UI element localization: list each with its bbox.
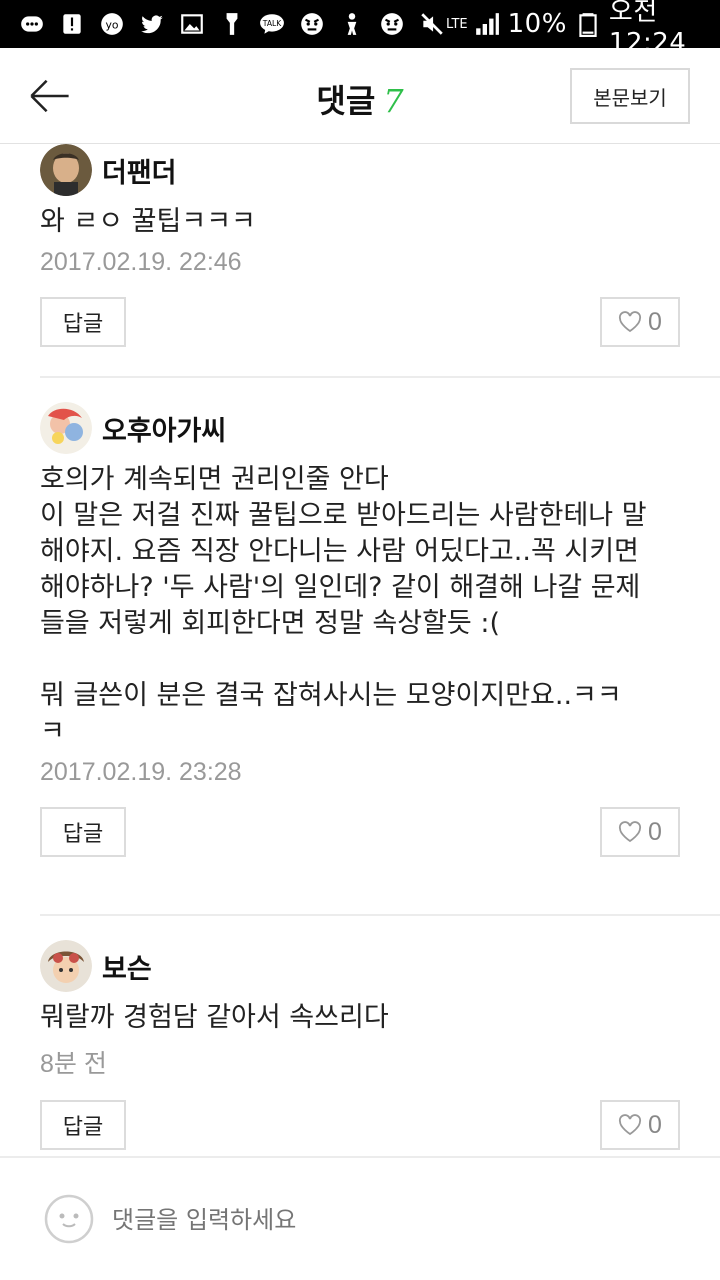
comment-actions: 답글 0 bbox=[40, 1100, 680, 1150]
reply-button[interactable]: 답글 bbox=[40, 297, 126, 347]
heart-icon bbox=[619, 821, 642, 843]
comment-count: 7 bbox=[383, 82, 404, 120]
comment-date: 2017.02.19. 22:46 bbox=[40, 248, 242, 276]
divider bbox=[40, 376, 720, 378]
chat-bubble-icon bbox=[18, 10, 46, 38]
like-count: 0 bbox=[648, 1110, 662, 1139]
comment-text: 뭐랄까 경험담 같아서 속쓰리다 bbox=[40, 1002, 389, 1033]
like-count: 0 bbox=[648, 307, 662, 336]
comment-text: 호의가 계속되면 권리인줄 안다 이 말은 저걸 진짜 꿀팁으로 받아드리는 사… bbox=[40, 464, 647, 747]
comment-text: 와 ㄹㅇ 꿀팁ㅋㅋㅋ bbox=[40, 206, 256, 237]
reply-button[interactable]: 답글 bbox=[40, 807, 126, 857]
flashlight-icon bbox=[218, 10, 246, 38]
notification-icons: yo TALK bbox=[18, 10, 446, 38]
like-button[interactable]: 0 bbox=[600, 807, 680, 857]
svg-text:yo: yo bbox=[105, 18, 118, 31]
divider bbox=[40, 914, 720, 916]
status-bar: yo TALK LTE 10% 오전 12:24 bbox=[0, 0, 720, 58]
comment-item: 오후아가씨 호의가 계속되면 권리인줄 안다 이 말은 저걸 진짜 꿀팁으로 받… bbox=[40, 402, 680, 857]
comment-input[interactable] bbox=[112, 1198, 672, 1242]
comment-actions: 답글 0 bbox=[40, 807, 680, 857]
talk-icon: TALK bbox=[258, 10, 286, 38]
comment-actions: 답글 0 bbox=[40, 297, 680, 347]
angry-face-icon bbox=[298, 10, 326, 38]
avatar[interactable] bbox=[40, 144, 92, 196]
figure-icon bbox=[338, 10, 366, 38]
user-avatar-icon bbox=[44, 1194, 94, 1244]
heart-icon bbox=[619, 311, 642, 333]
comment-list[interactable]: 더팬더 와 ㄹㅇ 꿀팁ㅋㅋㅋ 2017.02.19. 22:46 답글 0 오후… bbox=[0, 144, 720, 1156]
twitter-icon bbox=[138, 10, 166, 38]
comment-header: 오후아가씨 bbox=[40, 402, 680, 454]
avatar[interactable] bbox=[40, 402, 92, 454]
header-bar: 댓글 7 본문보기 bbox=[0, 48, 720, 144]
battery-icon bbox=[575, 10, 601, 38]
like-button[interactable]: 0 bbox=[600, 297, 680, 347]
comment-date: 8분 전 bbox=[40, 1050, 107, 1078]
mute-icon bbox=[418, 10, 446, 38]
network-type: LTE bbox=[446, 16, 468, 32]
like-count: 0 bbox=[648, 817, 662, 846]
comment-input-bar bbox=[0, 1156, 720, 1280]
battery-percent: 10% bbox=[507, 9, 567, 39]
svg-text:TALK: TALK bbox=[262, 19, 282, 28]
heart-icon bbox=[619, 1114, 642, 1136]
comment-header: 보슨 bbox=[40, 940, 680, 992]
comment-author[interactable]: 오후아가씨 bbox=[102, 409, 226, 448]
image-icon bbox=[178, 10, 206, 38]
alert-icon bbox=[58, 10, 86, 38]
signal-icon bbox=[474, 10, 500, 38]
comment-author[interactable]: 보슨 bbox=[102, 947, 152, 986]
yo-icon: yo bbox=[98, 10, 126, 38]
comment-item: 더팬더 와 ㄹㅇ 꿀팁ㅋㅋㅋ 2017.02.19. 22:46 답글 0 bbox=[40, 144, 680, 347]
comment-item: 보슨 뭐랄까 경험담 같아서 속쓰리다 8분 전 답글 0 bbox=[40, 940, 680, 1150]
comment-date: 2017.02.19. 23:28 bbox=[40, 758, 242, 786]
view-post-button[interactable]: 본문보기 bbox=[570, 68, 690, 124]
page-title-text: 댓글 bbox=[316, 82, 376, 120]
angry-face-icon bbox=[378, 10, 406, 38]
comment-author[interactable]: 더팬더 bbox=[102, 151, 177, 190]
avatar[interactable] bbox=[40, 940, 92, 992]
comment-header: 더팬더 bbox=[40, 144, 680, 196]
like-button[interactable]: 0 bbox=[600, 1100, 680, 1150]
reply-button[interactable]: 답글 bbox=[40, 1100, 126, 1150]
